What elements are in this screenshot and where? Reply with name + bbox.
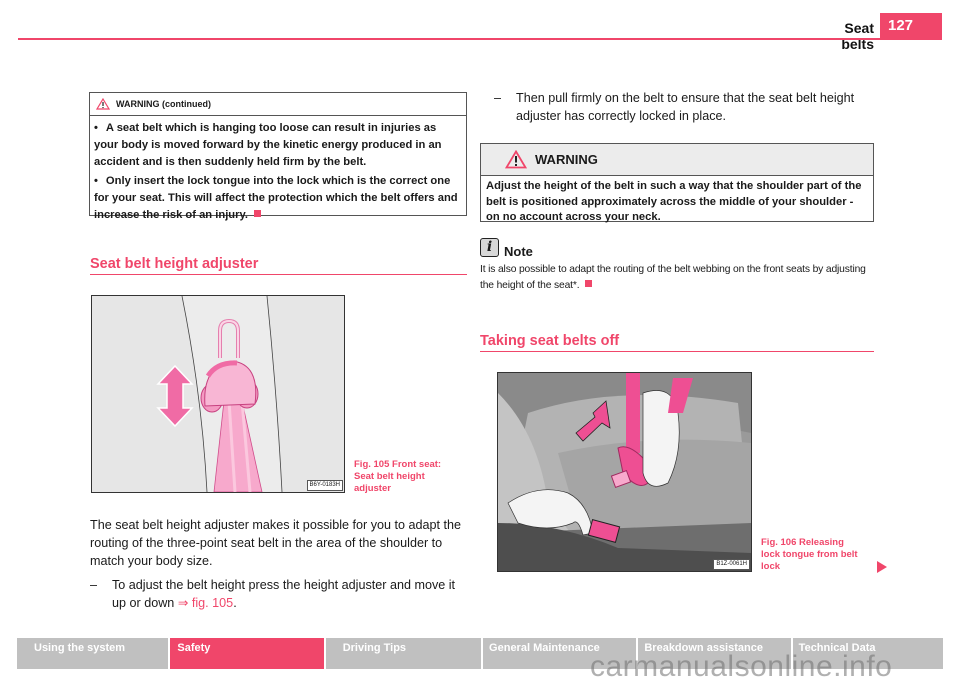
next-page-arrow-icon[interactable] xyxy=(877,561,887,573)
warning-bullet: • Only insert the lock tongue into the lo… xyxy=(94,175,458,221)
note-label: Note xyxy=(504,244,533,259)
info-icon: i xyxy=(480,238,499,257)
warning-text: Adjust the height of the belt in such a … xyxy=(486,180,862,223)
warning-title: WARNING xyxy=(535,152,598,167)
header-rule xyxy=(18,38,942,40)
figure-105-link[interactable]: ⇒ fig. 105 xyxy=(178,596,233,610)
figure-106-image: B1Z-0061H xyxy=(497,372,752,572)
end-marker-icon xyxy=(585,280,593,287)
warning-box: WARNING Adjust the height of the belt in… xyxy=(480,143,874,223)
figure-106-caption: Fig. 106 Releasing lock tongue from belt… xyxy=(761,537,858,572)
nav-tab-safety[interactable]: Safety xyxy=(170,638,324,669)
warning-triangle-icon xyxy=(505,150,527,169)
step-adjust-height: – To adjust the belt height press the he… xyxy=(90,578,456,610)
section-title-taking-off: Taking seat belts off xyxy=(480,333,620,349)
figure-code: B6Y-0183H xyxy=(306,480,343,491)
step-pull-belt: – Then pull firmly on the belt to ensure… xyxy=(494,91,855,123)
end-marker-icon xyxy=(254,210,261,217)
warning-triangle-icon xyxy=(96,98,110,110)
section-title-height-adjuster: Seat belt height adjuster xyxy=(90,256,259,272)
warning-continued-header: WARNING (continued) xyxy=(90,93,466,116)
warning-continued-title: WARNING (continued) xyxy=(116,99,211,109)
section-rule xyxy=(90,274,467,275)
warning-bullet: • A seat belt which is hanging too loose … xyxy=(94,122,442,168)
figure-code: B1Z-0061H xyxy=(713,559,750,570)
nav-tab-using-the-system[interactable]: Using the system xyxy=(17,638,169,669)
page-number: 127 xyxy=(880,13,942,39)
note-text: It is also possible to adapt the routing… xyxy=(480,264,866,291)
header-section-title: Seat belts xyxy=(841,20,874,52)
figure-105-image: B6Y-0183H xyxy=(91,295,345,493)
warning-continued-box: WARNING (continued) • A seat belt which i… xyxy=(89,92,467,221)
warning-header: WARNING xyxy=(481,144,873,176)
nav-tab-driving-tips[interactable]: Driving Tips xyxy=(325,638,482,669)
releasing-lock-tongue-illustration xyxy=(498,373,751,571)
section-rule xyxy=(480,351,874,352)
seat-belt-adjuster-illustration xyxy=(92,296,344,492)
figure-105-caption: Fig. 105 Front seat: Seat belt height ad… xyxy=(354,459,442,494)
height-adjuster-paragraph: The seat belt height adjuster makes it p… xyxy=(90,518,462,568)
watermark: carmanualsonline.info xyxy=(590,650,893,683)
